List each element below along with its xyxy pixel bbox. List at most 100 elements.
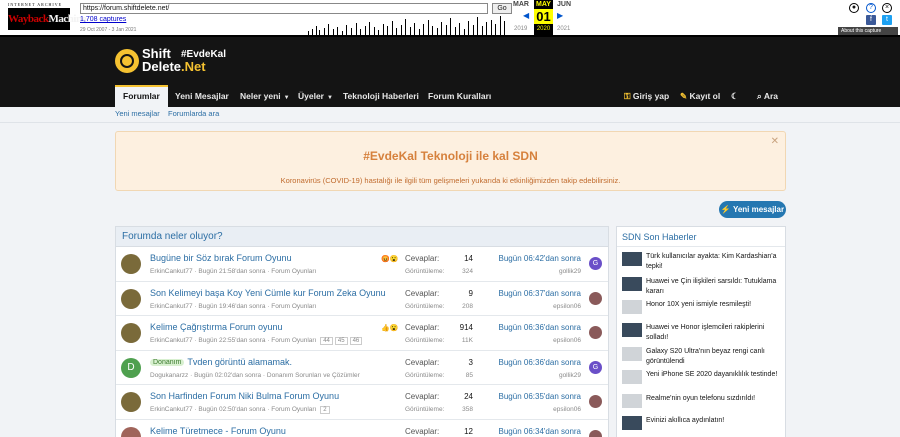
avatar[interactable]: D xyxy=(121,357,141,378)
replies-label: Cevaplar: xyxy=(405,392,440,401)
news-item[interactable]: Galaxy S20 Ultra'nın beyaz rengi canlı g… xyxy=(622,347,784,367)
new-posts-label: Yeni mesajlar xyxy=(732,205,785,214)
last-post-time[interactable]: Bugün 06:42'dan sonra xyxy=(499,254,581,263)
thread-row[interactable]: Son Harfinden Forum Niki Bulma Forum Oyu… xyxy=(116,385,608,420)
last-post-user[interactable]: epsilon06 xyxy=(553,337,581,344)
wayback-next-arrow-icon[interactable]: ▶ xyxy=(557,11,563,20)
thread-row[interactable]: D Donanım Tvden görüntü alamamak. Dogukan… xyxy=(116,351,608,385)
last-post-user[interactable]: epsilon06 xyxy=(553,303,581,310)
news-title: Huawei ve Çin ilişkileri sarsıldı: Tutuk… xyxy=(646,278,777,295)
thread-author[interactable]: ErkinCankut77 xyxy=(150,406,193,413)
sidebar-heading[interactable]: SDN Son Haberler xyxy=(617,227,785,247)
close-icon[interactable]: × xyxy=(882,3,892,13)
last-post-time[interactable]: Bugün 06:35'dan sonra xyxy=(499,392,581,401)
thread-title[interactable]: Bugüne bir Söz bırak Forum Oyunu xyxy=(150,253,292,263)
thread-forum[interactable]: Forum Oyunları xyxy=(271,337,316,344)
thread-author[interactable]: ErkinCankut77 xyxy=(150,303,193,310)
tab-teknoloji-haberleri[interactable]: Teknoloji Haberleri xyxy=(335,85,427,107)
tab-uyeler[interactable]: Üyeler ▼ xyxy=(290,85,341,107)
page-link[interactable]: 46 xyxy=(349,337,363,345)
thread-title[interactable]: Kelime Çağrıştırma Forum oyunu xyxy=(150,322,283,332)
thread-row[interactable]: Kelime Çağrıştırma Forum oyunu ErkinCank… xyxy=(116,316,608,351)
thread-meta: ErkinCankut77 · Bugün 22:55'dan sonra · … xyxy=(150,337,363,345)
thread-row[interactable]: Kelime Türetmece - Forum Oyunu Cevaplar:… xyxy=(116,420,608,437)
wayback-prev-arrow-icon[interactable]: ◀ xyxy=(523,11,529,20)
last-post-time[interactable]: Bugün 06:37'dan sonra xyxy=(499,289,581,298)
page-link[interactable]: 2 xyxy=(320,406,330,414)
thread-forum[interactable]: Donanım Sorunları ve Çözümler xyxy=(267,372,360,379)
shiftdelete-logo-icon[interactable] xyxy=(115,49,139,73)
avatar[interactable] xyxy=(121,288,141,309)
news-item[interactable]: Huawei ve Honor işlemcileri rakiplerini … xyxy=(622,323,784,343)
whats-new-heading[interactable]: Forumda neler oluyor? xyxy=(116,227,608,247)
reaction-icons: 😡😮 xyxy=(381,256,399,263)
news-item[interactable]: Evinizi akıllıca aydınlatın! xyxy=(622,416,784,430)
last-post-user[interactable]: epsilon06 xyxy=(553,406,581,413)
thread-title[interactable]: Son Kelimeyi başa Koy Yeni Cümle kur For… xyxy=(150,288,386,298)
thread-author[interactable]: ErkinCankut77 xyxy=(150,268,193,275)
news-item[interactable]: Yeni iPhone SE 2020 dayanıklılık testind… xyxy=(622,370,784,384)
user-icon[interactable]: ● xyxy=(849,3,859,13)
last-post-user[interactable]: gollik29 xyxy=(559,268,581,275)
avatar[interactable] xyxy=(589,326,602,339)
news-item[interactable]: Honor 10X yeni ismiyle resmileşti! xyxy=(622,300,784,314)
facebook-icon[interactable]: f xyxy=(866,15,876,25)
wayback-about-capture[interactable]: About this capture xyxy=(838,27,898,35)
twitter-icon[interactable]: t xyxy=(882,15,892,25)
thread-title[interactable]: Kelime Türetmece - Forum Oyunu xyxy=(150,426,286,436)
thread-forum[interactable]: Forum Oyunları xyxy=(271,268,316,275)
page-link[interactable]: 44 xyxy=(320,337,333,345)
last-post-time[interactable]: Bugün 06:36'dan sonra xyxy=(499,358,581,367)
subnav-yeni-mesajlar[interactable]: Yeni mesajlar xyxy=(115,109,160,118)
notice-banner: #EvdeKal Teknoloji ile kal SDN Koronavir… xyxy=(115,131,786,191)
tab-forumlar[interactable]: Forumlar xyxy=(115,85,168,107)
wayback-go-button[interactable]: Go xyxy=(492,3,512,14)
theme-toggle-icon[interactable]: ☾ xyxy=(731,85,739,107)
thread-prefix[interactable]: Donanım xyxy=(150,358,185,366)
avatar[interactable]: G xyxy=(589,257,602,270)
avatar[interactable]: G xyxy=(589,360,602,374)
replies-label: Cevaplar: xyxy=(405,426,440,436)
avatar[interactable] xyxy=(121,323,141,343)
tab-forum-kurallari[interactable]: Forum Kuralları xyxy=(420,85,499,107)
news-item[interactable]: Huawei ve Çin ilişkileri sarsıldı: Tutuk… xyxy=(622,277,784,297)
login-button[interactable]: ⚿ Giriş yap xyxy=(624,85,669,107)
page-link[interactable]: 45 xyxy=(334,337,348,345)
news-item[interactable]: Realme'nin oyun telefonu sızdırıldı! xyxy=(622,394,784,408)
avatar[interactable] xyxy=(121,426,141,437)
help-icon[interactable]: ? xyxy=(866,3,876,13)
thread-forum[interactable]: Forum Oyunları xyxy=(271,406,316,413)
last-post-time[interactable]: Bugün 06:36'dan sonra xyxy=(499,323,581,332)
avatar[interactable] xyxy=(121,392,141,412)
wayback-prev-month[interactable]: MAR xyxy=(513,1,529,8)
wayback-capture-sparkline[interactable] xyxy=(306,14,512,35)
register-label: Kayıt ol xyxy=(689,91,721,101)
news-item[interactable]: Türk kullanıcılar ayakta: Kim Kardashian… xyxy=(622,252,784,272)
chevron-down-icon: ▼ xyxy=(327,95,333,101)
search-button[interactable]: ⌕ Ara xyxy=(757,85,778,107)
tab-yeni-mesajlar[interactable]: Yeni Mesajlar xyxy=(167,85,237,107)
wayback-logo[interactable]: INTERNET ARCHIVE WaybackMachine xyxy=(8,2,86,34)
avatar[interactable] xyxy=(121,254,141,274)
register-button[interactable]: ✎ Kayıt ol xyxy=(680,85,720,107)
last-post-time[interactable]: Bugün 06:34'dan sonra xyxy=(499,427,581,436)
avatar[interactable] xyxy=(589,291,602,305)
wayback-url-input[interactable]: https://forum.shiftdelete.net/ xyxy=(80,3,488,14)
wayback-prev-year[interactable]: 2019 xyxy=(514,26,527,32)
wayback-captures-link[interactable]: 1,708 captures xyxy=(80,16,126,23)
avatar[interactable] xyxy=(589,429,602,437)
thread-title[interactable]: Son Harfinden Forum Niki Bulma Forum Oyu… xyxy=(150,391,339,401)
new-posts-button[interactable]: ⚡ Yeni mesajlar xyxy=(719,201,786,218)
subnav-forumlarda-ara[interactable]: Forumlarda ara xyxy=(168,109,219,118)
thread-title[interactable]: Donanım Tvden görüntü alamamak. xyxy=(150,357,292,367)
thread-row[interactable]: Son Kelimeyi başa Koy Yeni Cümle kur For… xyxy=(116,282,608,316)
thread-author[interactable]: Dogukanarzz xyxy=(150,372,188,379)
thread-row[interactable]: Bugüne bir Söz bırak Forum Oyunu ErkinCa… xyxy=(116,247,608,282)
thread-author[interactable]: ErkinCankut77 xyxy=(150,337,193,344)
avatar[interactable] xyxy=(589,395,602,408)
wayback-next-month[interactable]: JUN xyxy=(557,1,571,8)
thread-forum[interactable]: Forum Oyunları xyxy=(271,303,316,310)
last-post-user[interactable]: gollik29 xyxy=(559,372,581,379)
tab-neler-yeni[interactable]: Neler yeni ▼ xyxy=(232,85,298,107)
close-icon[interactable]: ✕ xyxy=(771,136,779,147)
